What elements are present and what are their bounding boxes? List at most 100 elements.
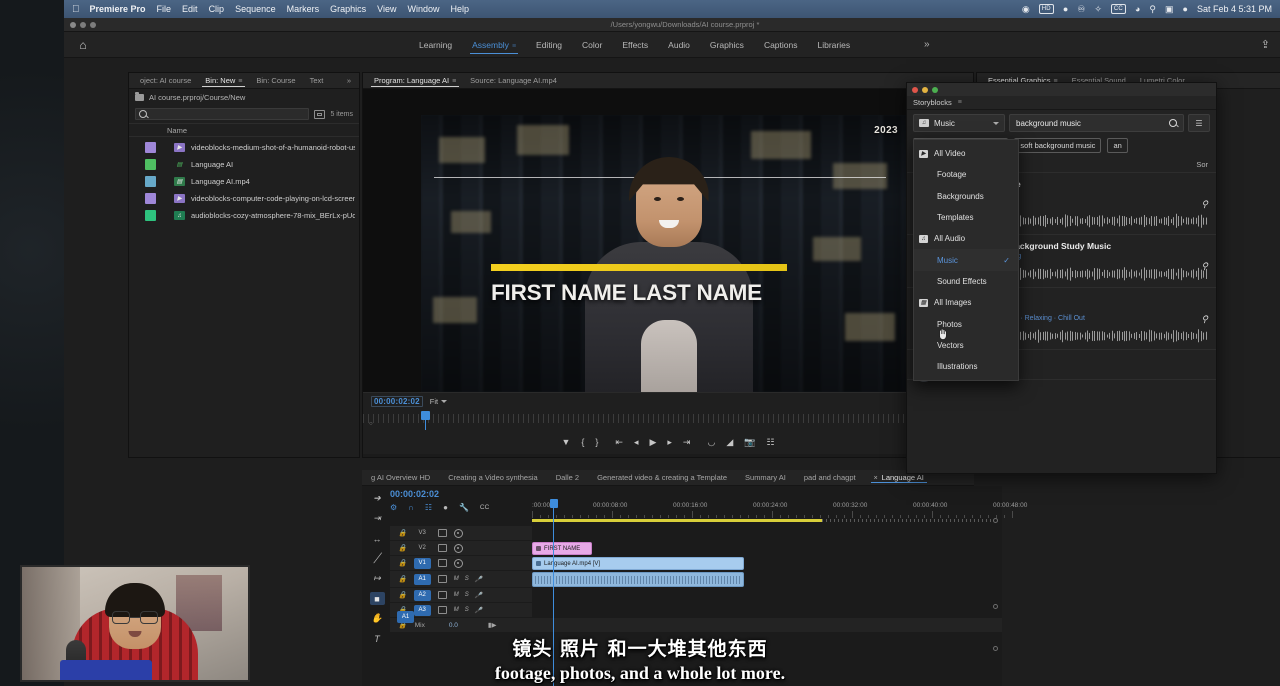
lock-icon[interactable]: 🔒 [398, 544, 407, 552]
lock-icon[interactable]: 🔒 [398, 575, 407, 583]
timeline-playhead[interactable] [553, 508, 554, 686]
master-mix-row[interactable]: 🔒 Mix 0.0 ▮▶ [390, 618, 1002, 632]
workspace-overflow-icon[interactable]: » [924, 39, 930, 50]
mute-icon[interactable]: M [454, 607, 459, 613]
program-monitor-stage[interactable]: 2023 FIRST NAME LAST NAME [363, 89, 973, 392]
wrench-icon[interactable]: 🔧 [459, 503, 469, 512]
project-search-input[interactable] [151, 110, 308, 119]
storyblocks-search-input[interactable] [1016, 119, 1163, 128]
razor-tool-icon[interactable]: ╱ [370, 552, 385, 565]
type-tool-icon[interactable]: T [370, 632, 385, 645]
step-back-icon[interactable]: ◂ [634, 437, 639, 448]
tab-bin-new[interactable]: Bin: New≡ [198, 76, 249, 85]
menu-item-window[interactable]: Window [408, 4, 440, 14]
mix-meter-icon[interactable]: ▮▶ [488, 621, 497, 629]
lock-icon[interactable]: 🔒 [398, 529, 407, 537]
track-content-v3[interactable] [532, 526, 1002, 541]
tab-program-language-ai[interactable]: Program: Language AI≡ [367, 76, 463, 85]
track-row-a2[interactable]: 🔒 A2 M S 🎤 [390, 588, 1002, 603]
menubar-clock[interactable]: Sat Feb 4 5:31 PM [1197, 4, 1272, 14]
menu-item-all-audio[interactable]: ♫ All Audio [914, 228, 1018, 249]
track-visibility-icon[interactable] [454, 529, 463, 538]
track-content-a2[interactable] [532, 588, 1002, 603]
home-icon[interactable]: ⌂ [72, 38, 94, 52]
storyblocks-tab-label[interactable]: Storyblocks [913, 98, 952, 107]
track-visibility-icon[interactable] [454, 559, 463, 568]
snap-icon[interactable]: ⚙ [390, 503, 397, 512]
workspace-tab-assembly[interactable]: Assembly≡ [462, 36, 526, 54]
sequence-tab-language-ai[interactable]: Language AI [865, 473, 933, 482]
extract-icon[interactable]: ◢ [726, 437, 733, 448]
list-item[interactable]: ▶ videoblocks-medium-shot-of-a-humanoid-… [129, 139, 359, 156]
track-header-v3[interactable]: 🔒 V3 [390, 526, 532, 541]
menu-item-graphics[interactable]: Graphics [330, 4, 366, 14]
timeline-clip-graphic[interactable]: FIRST NAME [532, 542, 592, 555]
add-marker-icon[interactable]: ▼ [561, 437, 570, 447]
preview-icon[interactable]: ⚲ [1201, 199, 1208, 210]
menu-item-file[interactable]: File [157, 4, 172, 14]
solo-icon[interactable]: S [465, 607, 469, 613]
menu-item-vectors[interactable]: Vectors [914, 335, 1018, 356]
button-editor-icon[interactable]: ☷ [766, 437, 774, 448]
solo-icon[interactable]: S [465, 576, 469, 582]
new-bin-icon[interactable] [314, 110, 325, 119]
workspace-tab-graphics[interactable]: Graphics [700, 36, 754, 54]
panel-menu-icon[interactable]: ≡ [238, 78, 242, 85]
track-content-v2[interactable]: FIRST NAME [532, 541, 1002, 556]
program-fit-selector[interactable]: Fit [430, 397, 447, 406]
track-row-v2[interactable]: 🔒 V2 FIRST NAME [390, 541, 1002, 556]
sequence-tab-creating-video-synthesia[interactable]: Creating a Video synthesia [439, 473, 547, 482]
list-item[interactable]: ▶ videoblocks-computer-code-playing-on-l… [129, 190, 359, 207]
project-column-header[interactable]: Name [129, 123, 359, 137]
screen-share-icon[interactable]: ▣ [1165, 4, 1174, 15]
preview-icon[interactable]: ⚲ [1201, 261, 1208, 272]
mix-value[interactable]: 0.0 [449, 622, 458, 629]
menu-item-view[interactable]: View [377, 4, 396, 14]
mark-in-icon[interactable]: { [581, 437, 584, 447]
sequence-tab-summary-ai[interactable]: Summary AI [736, 473, 795, 482]
workspace-tab-effects[interactable]: Effects [612, 36, 658, 54]
chip-soft-background-music[interactable]: soft background music [1014, 138, 1101, 153]
playhead-handle[interactable] [421, 411, 430, 420]
zoom-window-button[interactable] [932, 87, 938, 93]
workspace-tab-color[interactable]: Color [572, 36, 612, 54]
mute-icon[interactable]: M [454, 576, 459, 582]
go-to-out-icon[interactable]: ⇥ [683, 437, 691, 448]
mute-icon[interactable]: M [454, 592, 459, 598]
panel-menu-icon[interactable]: ≡ [958, 99, 962, 106]
tab-project-ai-course[interactable]: oject: AI course [133, 76, 198, 85]
toggle-sync-lock-icon[interactable] [438, 529, 447, 537]
track-header-v1[interactable]: 🔒 V1 [390, 556, 532, 571]
track-row-v3[interactable]: 🔒 V3 [390, 526, 1002, 541]
traffic-lights[interactable] [70, 22, 96, 28]
voiceover-record-icon[interactable]: 🎤 [475, 576, 482, 583]
tab-source-language-ai[interactable]: Source: Language AI.mp4 [463, 76, 564, 85]
menu-item-all-video[interactable]: ▶ All Video [914, 143, 1018, 164]
menu-item-illustrations[interactable]: Illustrations [914, 356, 1018, 377]
program-timecode[interactable]: 00:00:02:02 [371, 396, 423, 407]
program-scrubber[interactable]: ○ [363, 410, 973, 430]
voiceover-record-icon[interactable]: 🎤 [475, 607, 482, 614]
slip-tool-icon[interactable]: ↦ [370, 572, 385, 585]
toggle-sync-lock-icon[interactable] [438, 591, 447, 599]
headphones-icon[interactable]: ♾ [1077, 4, 1085, 15]
minimize-window-button[interactable] [922, 87, 928, 93]
macos-menubar[interactable]:  Premiere Pro File Edit Clip Sequence M… [64, 0, 1280, 18]
cc-icon[interactable]: CC [480, 504, 489, 511]
lock-icon[interactable]: 🔒 [398, 591, 407, 599]
toggle-sync-lock-icon[interactable] [438, 559, 447, 567]
linked-selection-icon[interactable]: ∩ [408, 503, 414, 512]
track-header-a1[interactable]: 🔒 A1 M S 🎤 [390, 571, 532, 588]
pen-tool-icon[interactable]: ■ [370, 592, 385, 605]
filter-icon[interactable]: ☰ [1188, 114, 1210, 132]
storyblocks-search-box[interactable] [1009, 114, 1184, 132]
workspace-tab-libraries[interactable]: Libraries [808, 36, 861, 54]
source-patch-a1-button[interactable]: A1 [397, 611, 414, 623]
timeline-track-height-handle[interactable] [993, 646, 998, 651]
workspace-tab-editing[interactable]: Editing [526, 36, 572, 54]
track-row-a3[interactable]: 🔒 A3 M S 🎤 [390, 603, 1002, 618]
timeline-clip-video[interactable]: Language AI.mp4 [V] [532, 557, 744, 570]
timeline-playhead-handle[interactable] [550, 499, 558, 508]
panel-menu-icon[interactable]: ≡ [452, 78, 456, 85]
apple-icon[interactable]:  [72, 4, 80, 15]
